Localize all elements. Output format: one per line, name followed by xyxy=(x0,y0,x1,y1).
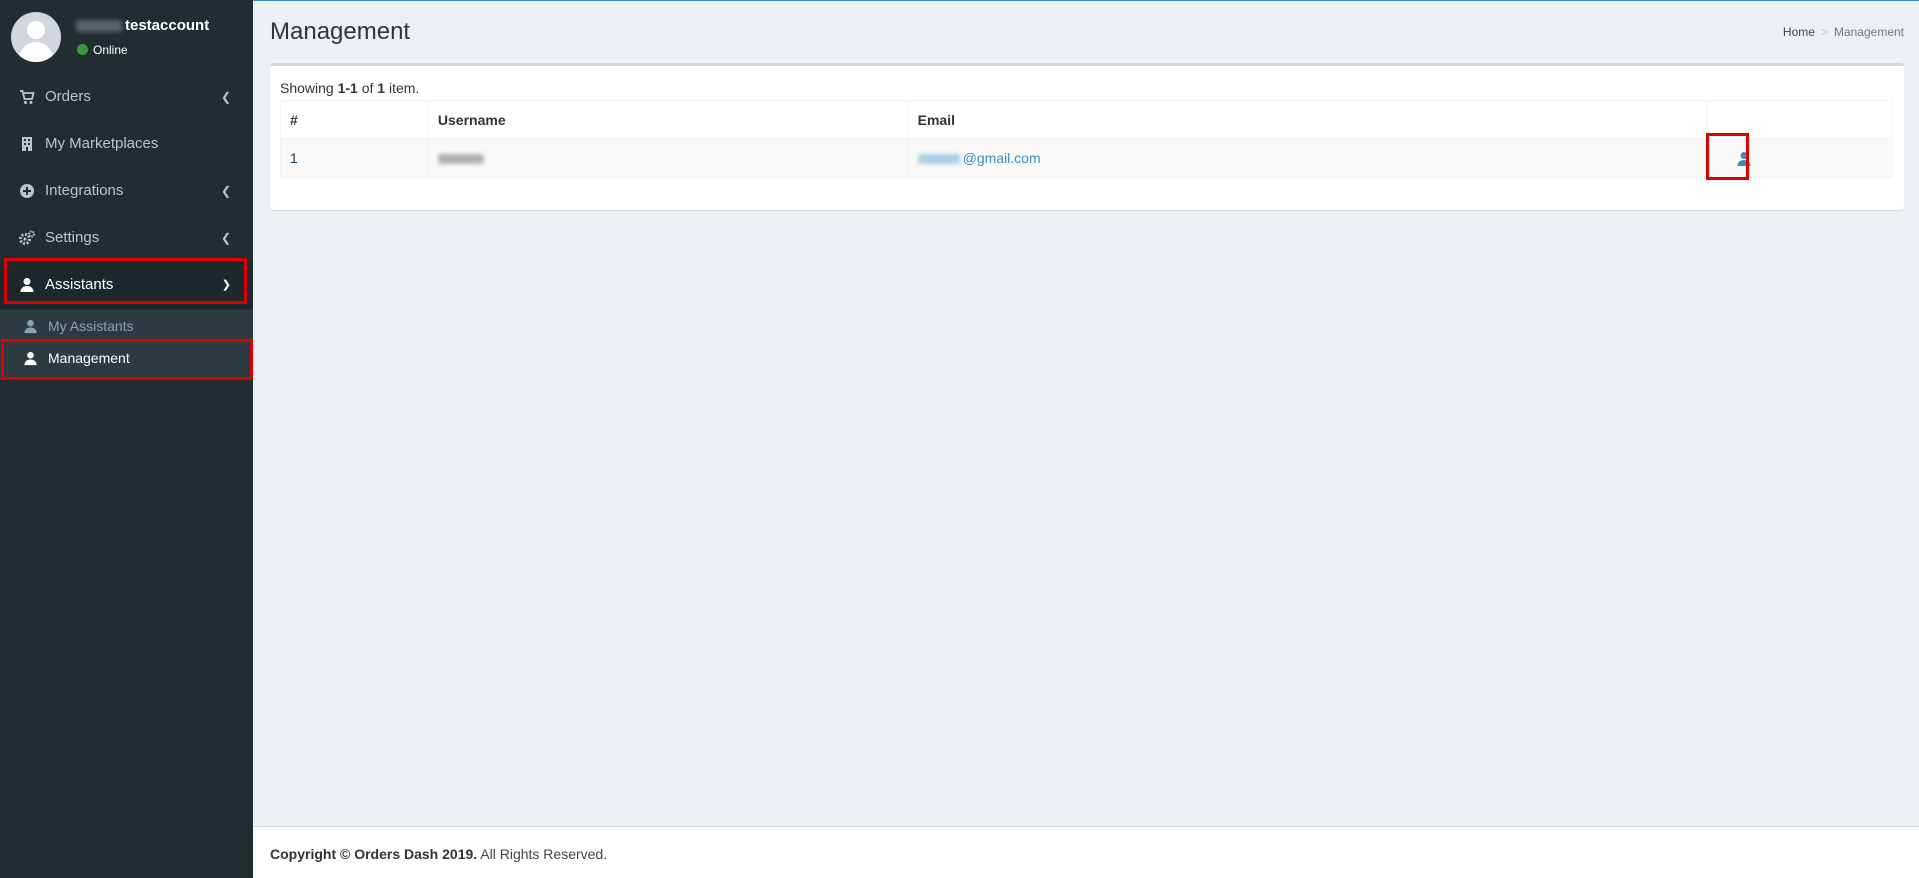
footer-rights: All Rights Reserved. xyxy=(477,846,608,862)
assistants-table: # Username Email 1 @gmail.com xyxy=(280,100,1893,178)
breadcrumb-separator: > xyxy=(1820,25,1828,39)
management-box: Showing 1-1 of 1 item. # Username Email … xyxy=(270,63,1904,210)
sidebar-item-label: My Marketplaces xyxy=(45,135,159,152)
footer-copyright: Copyright © Orders Dash 2019. All Rights… xyxy=(270,846,607,862)
gears-icon xyxy=(19,230,35,245)
summary-prefix: Showing xyxy=(280,80,338,96)
sidebar-item-label: Integrations xyxy=(45,182,124,199)
cell-email: @gmail.com xyxy=(907,138,1708,178)
breadcrumb: Home > Management xyxy=(1783,25,1904,39)
footer: Copyright © Orders Dash 2019. All Rights… xyxy=(253,826,1919,878)
cell-username xyxy=(427,138,909,178)
summary-total: 1 xyxy=(377,80,386,96)
email-link[interactable]: @gmail.com xyxy=(917,150,1041,166)
breadcrumb-home[interactable]: Home xyxy=(1783,25,1815,39)
table-row: 1 @gmail.com xyxy=(280,138,1893,178)
header-actions xyxy=(1706,100,1893,139)
summary-text: Showing 1-1 of 1 item. xyxy=(280,80,419,96)
chevron-left-icon: ❮ xyxy=(220,231,231,245)
sidebar-item-assistants[interactable]: Assistants ❯ xyxy=(0,262,253,308)
header-email[interactable]: Email xyxy=(907,100,1708,139)
sidebar-item-label: Settings xyxy=(45,229,100,246)
sidebar-item-orders[interactable]: Orders ❮ xyxy=(0,74,253,120)
submenu-item-label: My Assistants xyxy=(48,318,134,334)
sidebar-item-label: Orders xyxy=(45,88,91,105)
user-icon[interactable] xyxy=(1736,151,1752,167)
submenu-item-my-assistants[interactable]: My Assistants xyxy=(0,310,253,342)
header-username[interactable]: Username xyxy=(427,100,909,139)
chevron-left-icon: ❮ xyxy=(220,184,231,198)
header-num[interactable]: # xyxy=(280,100,429,139)
redacted-username xyxy=(437,154,484,165)
assistants-submenu: My Assistants Management xyxy=(0,310,253,380)
sidebar-item-label: Assistants xyxy=(45,276,114,293)
chevron-down-icon: ❯ xyxy=(221,279,231,291)
footer-copyright-bold: Copyright © Orders Dash 2019. xyxy=(270,846,478,862)
sidebar-item-settings[interactable]: Settings ❮ xyxy=(0,215,253,261)
avatar xyxy=(11,12,61,62)
user-icon xyxy=(24,319,37,334)
email-domain: @gmail.com xyxy=(962,150,1041,166)
sidebar: testaccount Online Orders ❮ My Marketpla… xyxy=(0,0,253,878)
cart-icon xyxy=(20,90,35,104)
user-status-text: Online xyxy=(93,43,128,57)
user-icon xyxy=(20,278,34,292)
top-accent-line xyxy=(253,0,1919,1)
sidebar-item-integrations[interactable]: Integrations ❮ xyxy=(0,168,253,214)
summary-suffix: item. xyxy=(385,80,420,96)
submenu-item-label: Management xyxy=(48,350,130,366)
breadcrumb-current: Management xyxy=(1833,25,1904,39)
online-status-dot xyxy=(77,44,88,55)
chevron-left-icon: ❮ xyxy=(220,90,231,104)
user-name-text: testaccount xyxy=(125,17,210,34)
table-header-row: # Username Email xyxy=(280,100,1893,139)
user-name: testaccount xyxy=(76,17,209,34)
summary-range: 1-1 xyxy=(337,80,358,96)
summary-middle: of xyxy=(357,80,378,96)
cell-num: 1 xyxy=(280,138,429,178)
page-title: Management xyxy=(270,18,411,45)
user-icon xyxy=(24,351,37,366)
user-status: Online xyxy=(77,43,128,57)
content-header: Management xyxy=(270,18,410,46)
user-panel: testaccount Online xyxy=(0,0,253,76)
plus-circle-icon xyxy=(20,184,34,198)
sidebar-item-my-marketplaces[interactable]: My Marketplaces xyxy=(0,121,253,167)
building-icon xyxy=(22,137,32,151)
submenu-item-management[interactable]: Management xyxy=(0,342,253,374)
cell-action xyxy=(1706,138,1893,178)
